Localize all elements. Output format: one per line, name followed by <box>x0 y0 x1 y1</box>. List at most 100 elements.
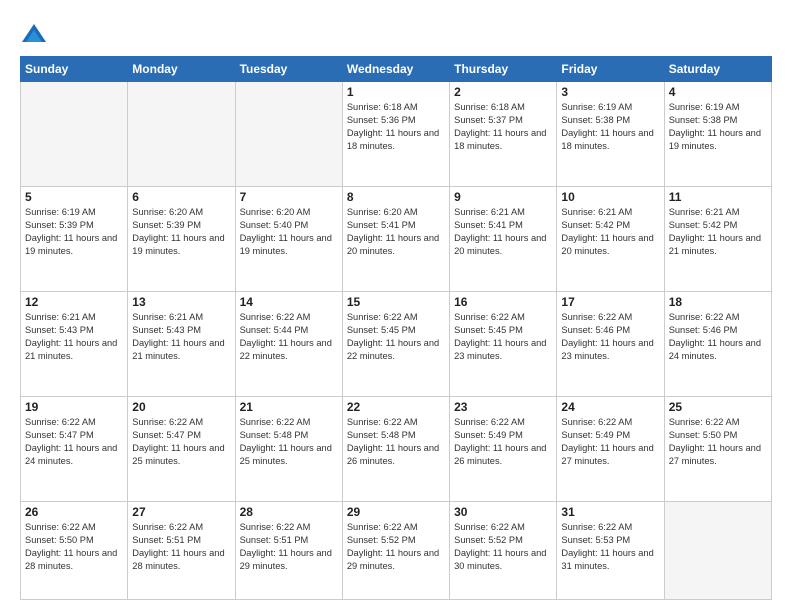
day-number: 21 <box>240 400 338 414</box>
day-info: Sunrise: 6:22 AMSunset: 5:44 PMDaylight:… <box>240 311 338 363</box>
calendar-cell: 11 Sunrise: 6:21 AMSunset: 5:42 PMDayligh… <box>664 187 771 292</box>
day-info: Sunrise: 6:20 AMSunset: 5:40 PMDaylight:… <box>240 206 338 258</box>
day-info: Sunrise: 6:22 AMSunset: 5:46 PMDaylight:… <box>669 311 767 363</box>
day-info: Sunrise: 6:18 AMSunset: 5:37 PMDaylight:… <box>454 101 552 153</box>
calendar-cell: 25 Sunrise: 6:22 AMSunset: 5:50 PMDayligh… <box>664 397 771 502</box>
calendar-cell: 1Sunrise: 6:18 AMSunset: 5:36 PMDaylight… <box>342 82 449 187</box>
day-info: Sunrise: 6:22 AMSunset: 5:45 PMDaylight:… <box>454 311 552 363</box>
calendar-cell: 30 Sunrise: 6:22 AMSunset: 5:52 PMDayligh… <box>450 502 557 600</box>
day-info: Sunrise: 6:20 AMSunset: 5:41 PMDaylight:… <box>347 206 445 258</box>
day-number: 8 <box>347 190 445 204</box>
day-info: Sunrise: 6:22 AMSunset: 5:53 PMDaylight:… <box>561 521 659 573</box>
day-number: 26 <box>25 505 123 519</box>
calendar-cell: 23Sunrise: 6:22 AMSunset: 5:49 PMDayligh… <box>450 397 557 502</box>
calendar-day-header: Tuesday <box>235 57 342 82</box>
day-number: 30 <box>454 505 552 519</box>
day-number: 2 <box>454 85 552 99</box>
calendar-week-row: 19 Sunrise: 6:22 AMSunset: 5:47 PMDayligh… <box>21 397 772 502</box>
day-info: Sunrise: 6:22 AMSunset: 5:50 PMDaylight:… <box>669 416 767 468</box>
day-info: Sunrise: 6:19 AMSunset: 5:38 PMDaylight:… <box>669 101 767 153</box>
day-number: 10 <box>561 190 659 204</box>
calendar-day-header: Sunday <box>21 57 128 82</box>
calendar-cell: 15Sunrise: 6:22 AMSunset: 5:45 PMDayligh… <box>342 292 449 397</box>
calendar-cell <box>235 82 342 187</box>
day-number: 25 <box>669 400 767 414</box>
logo-icon <box>20 20 48 48</box>
calendar-cell: 29Sunrise: 6:22 AMSunset: 5:52 PMDayligh… <box>342 502 449 600</box>
day-number: 31 <box>561 505 659 519</box>
day-info: Sunrise: 6:22 AMSunset: 5:48 PMDaylight:… <box>347 416 445 468</box>
calendar-cell: 16 Sunrise: 6:22 AMSunset: 5:45 PMDayligh… <box>450 292 557 397</box>
day-info: Sunrise: 6:22 AMSunset: 5:45 PMDaylight:… <box>347 311 445 363</box>
calendar-day-header: Thursday <box>450 57 557 82</box>
calendar-cell: 22 Sunrise: 6:22 AMSunset: 5:48 PMDayligh… <box>342 397 449 502</box>
calendar-cell: 8 Sunrise: 6:20 AMSunset: 5:41 PMDaylight… <box>342 187 449 292</box>
day-info: Sunrise: 6:22 AMSunset: 5:48 PMDaylight:… <box>240 416 338 468</box>
calendar-cell: 31 Sunrise: 6:22 AMSunset: 5:53 PMDayligh… <box>557 502 664 600</box>
calendar-cell: 24 Sunrise: 6:22 AMSunset: 5:49 PMDayligh… <box>557 397 664 502</box>
header <box>20 16 772 48</box>
calendar-cell: 14 Sunrise: 6:22 AMSunset: 5:44 PMDayligh… <box>235 292 342 397</box>
day-number: 17 <box>561 295 659 309</box>
calendar-cell: 10Sunrise: 6:21 AMSunset: 5:42 PMDayligh… <box>557 187 664 292</box>
day-info: Sunrise: 6:22 AMSunset: 5:51 PMDaylight:… <box>240 521 338 573</box>
day-info: Sunrise: 6:19 AMSunset: 5:38 PMDaylight:… <box>561 101 659 153</box>
day-number: 27 <box>132 505 230 519</box>
day-number: 5 <box>25 190 123 204</box>
calendar-day-header: Wednesday <box>342 57 449 82</box>
day-number: 23 <box>454 400 552 414</box>
day-number: 24 <box>561 400 659 414</box>
day-number: 20 <box>132 400 230 414</box>
day-number: 16 <box>454 295 552 309</box>
calendar-week-row: 26 Sunrise: 6:22 AMSunset: 5:50 PMDayligh… <box>21 502 772 600</box>
day-number: 1 <box>347 85 445 99</box>
calendar-cell: 20 Sunrise: 6:22 AMSunset: 5:47 PMDayligh… <box>128 397 235 502</box>
day-info: Sunrise: 6:22 AMSunset: 5:52 PMDaylight:… <box>454 521 552 573</box>
page: SundayMondayTuesdayWednesdayThursdayFrid… <box>0 0 792 612</box>
day-info: Sunrise: 6:21 AMSunset: 5:42 PMDaylight:… <box>669 206 767 258</box>
day-number: 19 <box>25 400 123 414</box>
day-info: Sunrise: 6:22 AMSunset: 5:47 PMDaylight:… <box>25 416 123 468</box>
calendar-day-header: Monday <box>128 57 235 82</box>
calendar-cell: 2 Sunrise: 6:18 AMSunset: 5:37 PMDaylight… <box>450 82 557 187</box>
calendar-cell: 3 Sunrise: 6:19 AMSunset: 5:38 PMDaylight… <box>557 82 664 187</box>
calendar-day-header: Friday <box>557 57 664 82</box>
day-info: Sunrise: 6:21 AMSunset: 5:43 PMDaylight:… <box>25 311 123 363</box>
day-number: 12 <box>25 295 123 309</box>
day-info: Sunrise: 6:22 AMSunset: 5:46 PMDaylight:… <box>561 311 659 363</box>
day-info: Sunrise: 6:21 AMSunset: 5:41 PMDaylight:… <box>454 206 552 258</box>
calendar-cell: 12 Sunrise: 6:21 AMSunset: 5:43 PMDayligh… <box>21 292 128 397</box>
day-number: 4 <box>669 85 767 99</box>
day-number: 9 <box>454 190 552 204</box>
day-info: Sunrise: 6:22 AMSunset: 5:50 PMDaylight:… <box>25 521 123 573</box>
day-number: 3 <box>561 85 659 99</box>
calendar-cell <box>128 82 235 187</box>
calendar-cell: 17 Sunrise: 6:22 AMSunset: 5:46 PMDayligh… <box>557 292 664 397</box>
day-number: 22 <box>347 400 445 414</box>
calendar-cell: 19 Sunrise: 6:22 AMSunset: 5:47 PMDayligh… <box>21 397 128 502</box>
day-info: Sunrise: 6:22 AMSunset: 5:47 PMDaylight:… <box>132 416 230 468</box>
day-number: 7 <box>240 190 338 204</box>
day-number: 11 <box>669 190 767 204</box>
day-number: 13 <box>132 295 230 309</box>
day-number: 28 <box>240 505 338 519</box>
calendar-cell: 6Sunrise: 6:20 AMSunset: 5:39 PMDaylight… <box>128 187 235 292</box>
day-info: Sunrise: 6:22 AMSunset: 5:49 PMDaylight:… <box>561 416 659 468</box>
calendar-week-row: 5 Sunrise: 6:19 AMSunset: 5:39 PMDaylight… <box>21 187 772 292</box>
calendar-day-header: Saturday <box>664 57 771 82</box>
day-info: Sunrise: 6:20 AMSunset: 5:39 PMDaylight:… <box>132 206 230 258</box>
calendar-cell: 5 Sunrise: 6:19 AMSunset: 5:39 PMDaylight… <box>21 187 128 292</box>
calendar-cell: 21 Sunrise: 6:22 AMSunset: 5:48 PMDayligh… <box>235 397 342 502</box>
calendar-header-row: SundayMondayTuesdayWednesdayThursdayFrid… <box>21 57 772 82</box>
calendar-cell: 27Sunrise: 6:22 AMSunset: 5:51 PMDayligh… <box>128 502 235 600</box>
day-number: 18 <box>669 295 767 309</box>
calendar-week-row: 1Sunrise: 6:18 AMSunset: 5:36 PMDaylight… <box>21 82 772 187</box>
calendar-table: SundayMondayTuesdayWednesdayThursdayFrid… <box>20 56 772 600</box>
calendar-cell: 26 Sunrise: 6:22 AMSunset: 5:50 PMDayligh… <box>21 502 128 600</box>
logo <box>20 20 52 48</box>
day-number: 14 <box>240 295 338 309</box>
day-info: Sunrise: 6:19 AMSunset: 5:39 PMDaylight:… <box>25 206 123 258</box>
calendar-cell: 7 Sunrise: 6:20 AMSunset: 5:40 PMDaylight… <box>235 187 342 292</box>
day-number: 29 <box>347 505 445 519</box>
calendar-cell: 13Sunrise: 6:21 AMSunset: 5:43 PMDayligh… <box>128 292 235 397</box>
